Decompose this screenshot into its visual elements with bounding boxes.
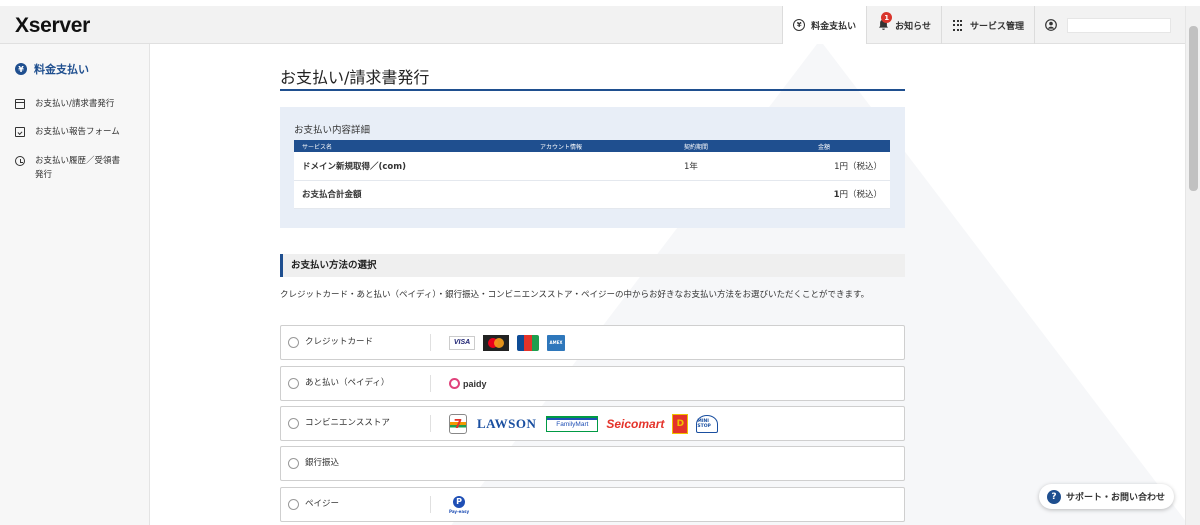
user-icon — [1045, 19, 1057, 31]
header-nav-payment-label: 料金支払い — [811, 21, 857, 32]
scrollbar-thumb[interactable] — [1189, 26, 1198, 191]
convenience-store-logos: 7 LAWSON FamilyMart Seicomart D MINI STO… — [449, 413, 719, 434]
payment-option-label: クレジットカード — [299, 334, 431, 351]
xserver-logo[interactable]: Xserver — [15, 14, 90, 38]
column-header: 金額 — [810, 140, 890, 152]
paidy-logo-wrap: paidy — [449, 378, 487, 389]
paidy-logo: paidy — [449, 378, 487, 389]
sidebar-section-title[interactable]: ¥ 料金支払い — [15, 61, 89, 77]
bell-icon: 1 — [877, 12, 893, 31]
support-contact-button[interactable]: ? サポート・お問い合わせ — [1039, 484, 1174, 509]
payment-option-label: 銀行振込 — [305, 458, 340, 468]
yen-icon: ¥ — [793, 19, 806, 31]
seven-eleven-logo: 7 — [449, 413, 467, 434]
sidebar-item-label: お支払い報告フォーム — [35, 127, 120, 137]
payment-detail-title: お支払い内容詳細 — [294, 125, 371, 136]
payeasy-logo-text: Pay-easy — [449, 508, 470, 514]
payment-option-label: あと払い（ペイディ） — [299, 375, 431, 392]
radio-button[interactable] — [288, 499, 299, 510]
lawson-logo: LAWSON — [477, 415, 537, 431]
header-nav-payment[interactable]: ¥ 料金支払い — [782, 6, 867, 44]
payment-option-convenience-store[interactable]: コンビニエンスストア 7 LAWSON FamilyMart Seicomart… — [280, 406, 905, 441]
payment-option-label: ペイジー — [299, 496, 431, 513]
sidebar: ¥ 料金支払い お支払い/請求書発行 お支払い報告フォーム お支払い履歴／受領書… — [0, 44, 150, 525]
sidebar-item-payment-history[interactable]: お支払い履歴／受領書発行 — [15, 154, 125, 182]
service-name-cell: ドメイン新規取得／(com) — [294, 152, 532, 181]
total-row: お支払合計金額 1円（税込） — [294, 180, 890, 209]
clock-icon — [15, 156, 25, 166]
header-nav-notice-label: お知らせ — [895, 21, 931, 32]
payment-method-description: クレジットカード・あと払い（ペイディ）・銀行振込・コンビニエンスストア・ペイジー… — [280, 290, 870, 300]
payeasy-logo-wrap: P Pay-easy — [449, 495, 470, 514]
payment-method-heading: お支払い方法の選択 — [280, 254, 905, 277]
user-name-field — [1067, 17, 1171, 33]
payment-option-credit-card[interactable]: クレジットカード VISA AMEX — [280, 325, 905, 360]
payment-option-paidy[interactable]: あと払い（ペイディ） paidy — [280, 366, 905, 401]
header-nav: ¥ 料金支払い 1 お知らせ サービス管理 — [782, 6, 1185, 44]
header-nav-notice[interactable]: 1 お知らせ — [866, 6, 941, 44]
header-nav-service[interactable]: サービス管理 — [940, 6, 1034, 44]
seicomart-logo: Seicomart — [606, 416, 665, 431]
total-label-cell: お支払合計金額 — [294, 180, 532, 209]
payeasy-logo: P Pay-easy — [449, 495, 470, 514]
header-nav-service-label: サービス管理 — [969, 21, 1024, 32]
table-row: ドメイン新規取得／(com) 1年 1円（税込） — [294, 152, 890, 181]
page-title: お支払い/請求書発行 — [280, 68, 430, 87]
help-icon: ? — [1047, 489, 1061, 504]
card-icon — [15, 99, 25, 109]
total-amount-suffix: 円（税込） — [839, 190, 882, 200]
top-header: Xserver ¥ 料金支払い 1 お知らせ サービス管理 — [0, 6, 1185, 44]
mastercard-logo — [483, 334, 509, 351]
payeasy-mark-icon: P — [453, 495, 466, 508]
radio-button[interactable] — [288, 378, 299, 389]
payment-option-payeasy[interactable]: ペイジー P Pay-easy — [280, 487, 905, 522]
payment-detail-panel: お支払い内容詳細 サービス名 アカウント情報 契約期間 金額 ドメイン新規取得／… — [280, 107, 905, 228]
yen-icon: ¥ — [15, 63, 27, 75]
paidy-mark-icon — [449, 378, 460, 389]
notice-count-badge: 1 — [881, 12, 893, 23]
amex-logo: AMEX — [547, 334, 565, 351]
column-header: サービス名 — [294, 140, 532, 152]
column-header: 契約期間 — [676, 140, 810, 152]
payment-detail-table: サービス名 アカウント情報 契約期間 金額 ドメイン新規取得／(com) 1年 … — [294, 140, 890, 209]
ministop-logo: MINI STOP — [696, 414, 719, 433]
column-header: アカウント情報 — [532, 140, 676, 152]
amount-cell: 1円（税込） — [810, 152, 890, 181]
period-cell: 1年 — [676, 152, 810, 181]
total-amount-cell: 1円（税込） — [810, 180, 890, 209]
daily-yamazaki-logo: D — [672, 413, 689, 434]
support-label: サポート・お問い合わせ — [1066, 493, 1166, 503]
familymart-logo: FamilyMart — [546, 415, 599, 432]
radio-button[interactable] — [288, 458, 299, 469]
jcb-logo — [517, 334, 539, 351]
grid-icon — [952, 19, 964, 31]
paidy-logo-text: paidy — [463, 378, 487, 389]
payment-option-label: コンビニエンスストア — [299, 415, 431, 432]
sidebar-item-payment-invoice[interactable]: お支払い/請求書発行 — [15, 97, 114, 111]
card-brand-logos: VISA AMEX — [449, 334, 573, 351]
visa-logo: VISA — [449, 335, 475, 350]
title-divider — [280, 89, 905, 91]
sidebar-item-label: お支払い履歴／受領書発行 — [35, 156, 121, 180]
account-cell — [532, 152, 676, 181]
payment-option-bank-transfer[interactable]: 銀行振込 — [280, 446, 905, 481]
sidebar-item-label: お支払い/請求書発行 — [35, 99, 115, 109]
form-icon — [15, 127, 25, 137]
radio-button[interactable] — [288, 337, 299, 348]
header-user-menu[interactable] — [1034, 6, 1185, 44]
page-scrollbar[interactable] — [1185, 6, 1200, 525]
sidebar-item-payment-report[interactable]: お支払い報告フォーム — [15, 125, 120, 139]
radio-button[interactable] — [288, 418, 299, 429]
sidebar-section-label: 料金支払い — [34, 63, 89, 76]
